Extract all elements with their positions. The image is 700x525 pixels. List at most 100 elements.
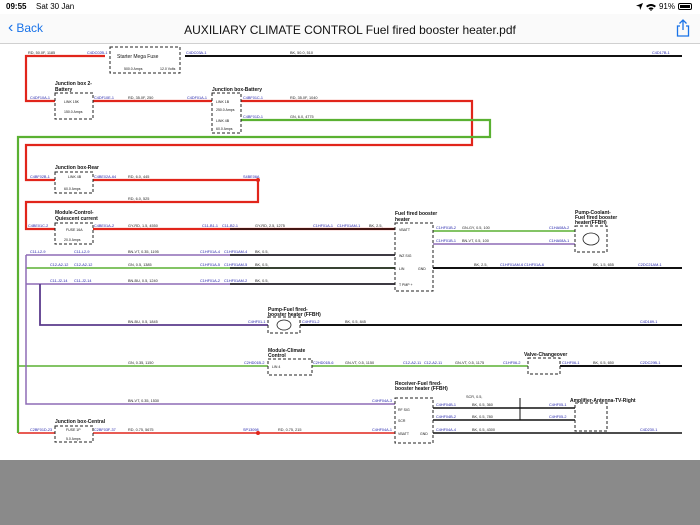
connector-label[interactable]: C4BE01A-2: [94, 224, 114, 228]
connector-label[interactable]: C1HF01AM-4: [224, 250, 247, 254]
valve-title: Valve-Changeover: [524, 352, 567, 358]
connector-label[interactable]: C4BF01C-1: [243, 96, 263, 100]
starter-fuse-volt: 12.0 Volts: [160, 67, 176, 71]
connector-label[interactable]: C11-B1-1: [202, 224, 218, 228]
junction-box-2-battery-box: [54, 92, 94, 120]
jbr-title: Junction box-Rear: [55, 165, 99, 171]
connector-label[interactable]: C1HF01AM-2: [224, 279, 247, 283]
connector-label[interactable]: C4HF01-2: [302, 320, 320, 324]
connector-label[interactable]: C2BF03F-37: [94, 428, 116, 432]
connector-label[interactable]: C4DC03A-1: [186, 51, 206, 55]
connector-label[interactable]: C11-L2-9: [30, 250, 46, 254]
connector-label[interactable]: C4HF04A-1: [372, 428, 392, 432]
wire-label: BK, 0.5, 360: [472, 403, 493, 407]
connector-label[interactable]: C4HF04B-2: [436, 415, 456, 419]
jb2-title-2: Battery: [55, 87, 72, 93]
connector-label[interactable]: C4D189-1: [640, 320, 657, 324]
connector-label[interactable]: C1HF01AM-6: [500, 263, 523, 267]
starter-fuse-rating: 500.0 Amps: [124, 67, 143, 71]
connector-label[interactable]: C11-L2-9: [74, 250, 90, 254]
battery-icon: [678, 3, 692, 10]
jbc-rating: 5.0 Amps: [66, 437, 81, 441]
connector-label[interactable]: C1HF01A-5: [200, 263, 220, 267]
jb2-link: LINK 15K: [64, 100, 80, 104]
connector-label[interactable]: C2HD01B-2: [244, 361, 264, 365]
wire-label: RD, 0.75, 215: [278, 428, 301, 432]
connector-label[interactable]: C1HF01AM-1: [337, 224, 360, 228]
connector-label[interactable]: C4DF01A-1: [187, 96, 207, 100]
status-indicators: 91%: [635, 2, 692, 11]
connector-label[interactable]: C12-A2-11: [424, 361, 442, 365]
connector-label[interactable]: C1HF06-1: [562, 361, 580, 365]
mcq-fuse: FUSE 16A: [66, 228, 83, 232]
wiring-diagram: Starter Mega Fuse 500.0 Amps 12.0 Volts …: [16, 46, 682, 444]
pump-coolant-title-3: heater(FFBH): [575, 220, 607, 226]
gray-background: [0, 460, 700, 525]
wire-label: GN, 6.0, 4775: [290, 115, 314, 119]
connector-label[interactable]: C2DC29B-1: [640, 361, 660, 365]
jb2-rating: 150.0 Amps: [64, 110, 83, 114]
mcq-title-2: Quiescent current: [55, 216, 98, 222]
wire-purple-4: [39, 284, 268, 326]
jbr-rating: 60.0 Amps: [64, 187, 81, 191]
ffbh-lin: LIN: [399, 267, 405, 271]
connector-label[interactable]: C4HF05-1: [549, 403, 567, 407]
receiver-title-2: booster heater (FFBH): [395, 386, 448, 392]
connector-label[interactable]: C1HA08A-2: [549, 226, 569, 230]
ffbh-title-2: heater: [395, 217, 410, 223]
connector-label[interactable]: C1HF01A-2: [200, 279, 220, 283]
connector-label[interactable]: C4BE01C-2: [28, 224, 48, 228]
connector-label[interactable]: C1HF01A-1: [313, 224, 333, 228]
connector-label[interactable]: C1HF01B-1: [436, 239, 456, 243]
connector-label[interactable]: C11-B2-1: [222, 224, 238, 228]
connector-label[interactable]: C12-A2-11: [403, 361, 421, 365]
connector-label[interactable]: C11-J2-14: [50, 279, 67, 283]
pdf-page[interactable]: Starter Mega Fuse 500.0 Amps 12.0 Volts …: [0, 44, 700, 460]
connector-label[interactable]: C1HF01A-6: [524, 263, 544, 267]
wire-label: BK, 0.5,: [255, 263, 269, 267]
connector-label[interactable]: C2BF01D-23: [30, 428, 52, 432]
connector-label[interactable]: C2DC21AM-1: [638, 263, 662, 267]
wire-label: RD, 35.0F, 1040: [290, 96, 317, 100]
connector-label[interactable]: C1HA08A-1: [549, 239, 569, 243]
wire-label: SCR, 0.5,: [466, 395, 482, 399]
connector-label[interactable]: C12-A2-12: [74, 263, 92, 267]
status-time: 09:55: [6, 2, 27, 11]
connector-label[interactable]: C4HF04A-4: [436, 428, 456, 432]
connector-label[interactable]: C4D230-1: [640, 428, 657, 432]
connector-label[interactable]: C4BE02A-64: [94, 175, 116, 179]
connector-label[interactable]: C4DF10A-1: [30, 96, 50, 100]
starter-fuse-label: Starter Mega Fuse: [117, 54, 159, 60]
connector-label[interactable]: C4DC02B-1: [87, 51, 107, 55]
connector-label[interactable]: C4HF04B-1: [436, 403, 456, 407]
wire-label: BN-BU, 0.5, 1845: [128, 320, 158, 324]
connector-label[interactable]: C4HF04A-3: [372, 399, 392, 403]
pump-fuel-title-2: booster heater (FFBH): [268, 312, 321, 318]
ffbh-vbatt: VBATT: [399, 228, 411, 232]
connector-label[interactable]: C4BF02B-1: [30, 175, 50, 179]
connector-label[interactable]: C4HF05-2: [549, 415, 567, 419]
status-bar: 09:55 Sat 30 Jan 91%: [0, 0, 700, 14]
connector-label[interactable]: C4DF10E-1: [94, 96, 114, 100]
document-title: AUXILIARY CLIMATE CONTROL Fuel fired boo…: [184, 23, 516, 37]
navigation-bar: ‹ Back AUXILIARY CLIMATE CONTROL Fuel fi…: [0, 14, 700, 44]
wire-red-main: [24, 54, 474, 231]
connector-label[interactable]: SP13098: [243, 428, 259, 432]
receiver-gnd: GND: [420, 432, 428, 436]
connector-label[interactable]: C4BF01D-1: [243, 115, 263, 119]
connector-label[interactable]: C11-J2-14: [74, 279, 91, 283]
connector-label[interactable]: C1HF01B-2: [436, 226, 456, 230]
connector-label[interactable]: C12-A2-12: [50, 263, 68, 267]
connector-label[interactable]: C1HF06-2: [503, 361, 521, 365]
connector-label[interactable]: C1HF01A-4: [200, 250, 220, 254]
connector-label[interactable]: C1HF01AM-5: [224, 263, 247, 267]
amplifier-box: [574, 402, 608, 432]
share-icon[interactable]: [676, 19, 690, 37]
connector-label[interactable]: C4HF01-1: [248, 320, 266, 324]
connector-label[interactable]: C4D17B-1: [652, 51, 670, 55]
ffbh-wz: WZ SIG: [399, 254, 412, 258]
wire-label: BK, 2.5,: [474, 263, 488, 267]
wire-label: RD, 35.0F, 250: [128, 96, 153, 100]
connector-label[interactable]: C2HD01B-6: [313, 361, 333, 365]
connector-label[interactable]: S4BE06A: [243, 175, 260, 179]
